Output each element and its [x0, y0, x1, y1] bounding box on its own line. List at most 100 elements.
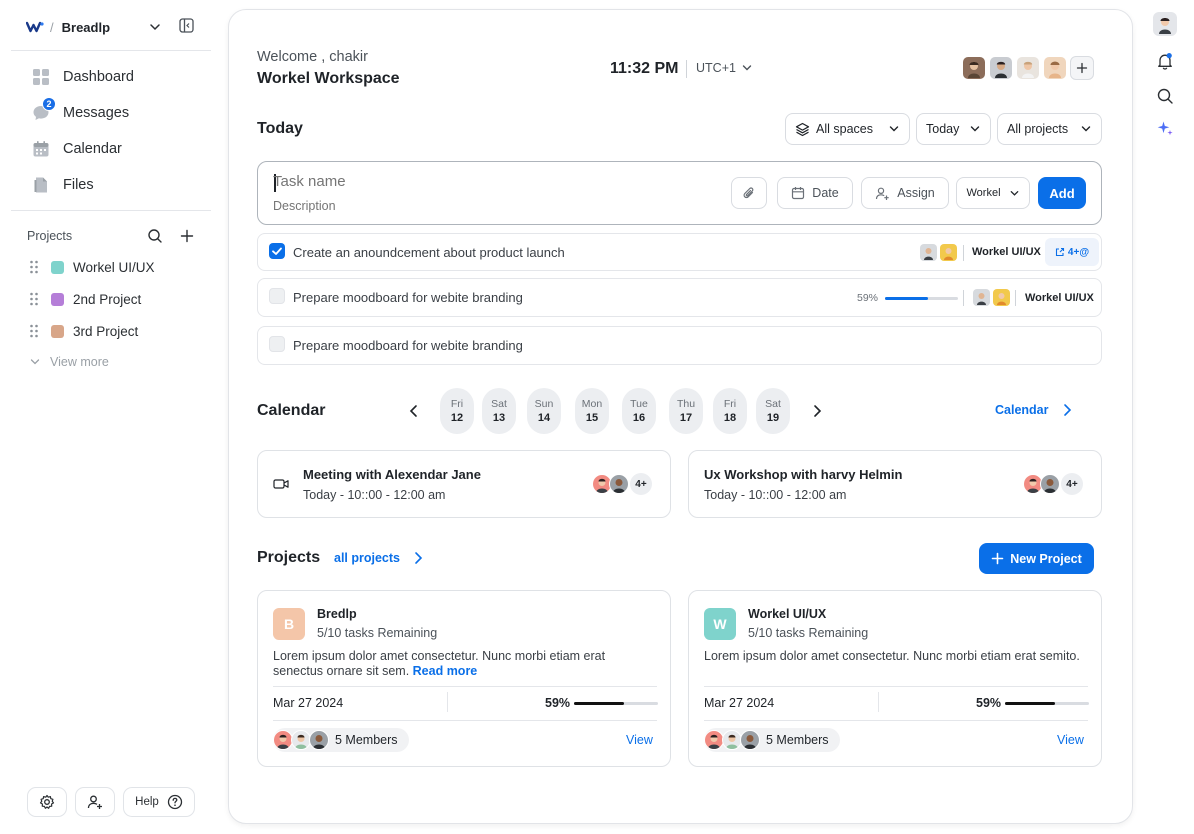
projects-filter-label: All projects	[1007, 122, 1069, 136]
progress-track	[574, 702, 658, 705]
assign-button[interactable]: Assign	[861, 177, 949, 209]
workspace-switcher[interactable]: / Breadlp	[26, 16, 196, 38]
notification-bell-icon[interactable]	[1156, 52, 1174, 70]
projects-section-label: Projects	[27, 229, 73, 243]
task-checkbox[interactable]	[269, 336, 285, 352]
avatar[interactable]	[1016, 56, 1040, 80]
add-task-button[interactable]: Add	[1038, 177, 1086, 209]
calendar-day[interactable]: Sat 19	[756, 388, 790, 434]
avatar[interactable]	[1043, 56, 1067, 80]
date-button[interactable]: Date	[777, 177, 853, 209]
day-date: 17	[679, 411, 693, 424]
drag-handle-icon[interactable]	[29, 260, 39, 274]
task-composer: Date Assign Workel Add	[257, 161, 1102, 225]
search-icon[interactable]	[147, 228, 163, 244]
task-checkbox[interactable]	[269, 243, 285, 259]
avatar	[722, 730, 742, 750]
avatar[interactable]	[962, 56, 986, 80]
calendar-day[interactable]: Fri 18	[713, 388, 747, 434]
add-user-icon	[876, 187, 889, 200]
task-name-input[interactable]	[273, 173, 573, 190]
project-remaining: 5/10 tasks Remaining	[748, 626, 869, 640]
project-members[interactable]: 5 Members	[704, 728, 840, 752]
all-projects-link[interactable]: all projects	[334, 551, 424, 565]
calendar-day[interactable]: Thu 17	[669, 388, 703, 434]
projects-filter[interactable]: All projects	[997, 113, 1102, 145]
spaces-filter[interactable]: All spaces	[785, 113, 910, 145]
sidebar-item-messages[interactable]: 2 Messages	[32, 97, 129, 125]
calendar-day[interactable]: Tue 16	[622, 388, 656, 434]
gear-icon	[39, 794, 55, 809]
task-checkbox[interactable]	[269, 288, 285, 304]
date-filter[interactable]: Today	[916, 113, 991, 145]
chevron-down-icon	[889, 126, 899, 132]
chevron-right-icon	[415, 552, 423, 564]
sidebar-item-files[interactable]: Files	[32, 173, 94, 197]
calendar-link[interactable]: Calendar	[995, 403, 1073, 417]
collapse-sidebar-icon[interactable]	[179, 18, 195, 34]
chevron-right-icon[interactable]	[809, 403, 825, 419]
read-more-link[interactable]: Read more	[413, 664, 478, 678]
project-select[interactable]: Workel	[956, 177, 1030, 209]
members-count: 5 Members	[766, 733, 829, 747]
user-avatar[interactable]	[1153, 12, 1177, 36]
view-more-link[interactable]: View more	[29, 355, 109, 369]
task-title: Prepare moodboard for webite branding	[293, 338, 523, 353]
calendar-icon	[792, 187, 805, 200]
project-label: 3rd Project	[73, 323, 139, 339]
timezone-select[interactable]: UTC+1	[696, 61, 753, 75]
progress-fill	[885, 296, 929, 300]
project-members[interactable]: 5 Members	[273, 728, 409, 752]
calendar-link-label: Calendar	[995, 403, 1049, 417]
sidebar-item-label: Files	[63, 177, 94, 193]
help-button[interactable]: Help	[123, 787, 195, 817]
task-description-input[interactable]	[273, 199, 573, 213]
meeting-card[interactable]: Ux Workshop with harvy Helmin Today - 10…	[688, 450, 1102, 518]
sidebar-item-dashboard[interactable]: Dashboard	[32, 65, 134, 89]
add-member-button[interactable]	[1070, 56, 1094, 80]
calendar-day[interactable]: Sun 14	[527, 388, 561, 434]
drag-handle-icon[interactable]	[29, 324, 39, 338]
new-project-button[interactable]: New Project	[979, 543, 1094, 574]
view-project-link[interactable]: View	[1057, 733, 1084, 747]
view-project-link[interactable]: View	[626, 733, 653, 747]
project-color-swatch	[51, 292, 64, 306]
avatar	[920, 244, 937, 261]
project-card[interactable]: W Workel UI/UX 5/10 tasks Remaining Lore…	[688, 590, 1102, 767]
sidebar-item-label: Dashboard	[63, 69, 134, 85]
calendar-day[interactable]: Fri 12	[440, 388, 474, 434]
meeting-card[interactable]: Meeting with Alexendar Jane Today - 10::…	[257, 450, 671, 518]
task-more-chip[interactable]: 4+@	[1045, 238, 1099, 266]
drag-handle-icon[interactable]	[29, 292, 39, 306]
card-divider	[273, 686, 657, 687]
task-divider	[963, 245, 964, 261]
ai-sparkle-icon[interactable]	[1156, 119, 1174, 137]
project-card[interactable]: B Bredlp 5/10 tasks Remaining Lorem ipsu…	[257, 590, 671, 767]
plus-icon[interactable]	[179, 228, 195, 244]
chevron-down-icon[interactable]	[148, 20, 162, 34]
chevron-left-icon[interactable]	[406, 403, 422, 419]
calendar-day[interactable]: Mon 15	[575, 388, 609, 434]
day-date: 16	[632, 411, 646, 424]
attach-button[interactable]	[731, 177, 767, 209]
card-vertical-divider	[878, 692, 879, 712]
progress-track	[885, 296, 959, 300]
task-row[interactable]: Create an anoundcement about product lau…	[257, 233, 1102, 271]
meeting-title: Meeting with Alexendar Jane	[303, 467, 481, 482]
all-projects-label: all projects	[334, 551, 400, 565]
invite-user-button[interactable]	[75, 787, 115, 817]
avatar	[309, 730, 329, 750]
avatar[interactable]	[989, 56, 1013, 80]
calendar-day[interactable]: Sat 13	[482, 388, 516, 434]
workel-logo-icon	[26, 20, 44, 34]
sidebar-item-calendar[interactable]: Calendar	[32, 137, 122, 161]
sidebar-project-item[interactable]: 2nd Project	[29, 290, 141, 308]
sidebar-project-item[interactable]: Workel UI/UX	[29, 258, 155, 276]
sidebar-divider	[11, 210, 211, 211]
search-icon[interactable]	[1156, 87, 1174, 105]
settings-button[interactable]	[27, 787, 67, 817]
sidebar-project-item[interactable]: 3rd Project	[29, 322, 138, 340]
task-row[interactable]: Prepare moodboard for webite branding	[257, 326, 1102, 365]
task-divider	[963, 290, 964, 306]
task-row[interactable]: Prepare moodboard for webite branding 59…	[257, 278, 1102, 317]
